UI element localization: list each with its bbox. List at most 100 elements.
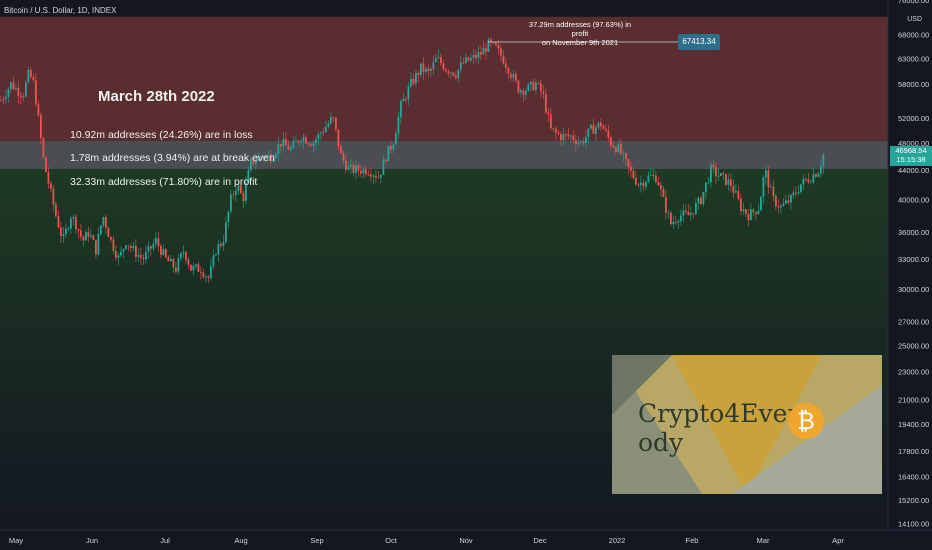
- candle-body: [487, 39, 490, 52]
- candle-body: [172, 258, 175, 268]
- candle-body: [327, 123, 330, 127]
- candle-body: [192, 266, 195, 271]
- candle-body: [425, 68, 427, 72]
- candle-body: [495, 42, 497, 46]
- candle-body: [507, 67, 510, 75]
- candle-body: [120, 251, 122, 256]
- y-tick-label: 17800.00: [898, 447, 929, 456]
- candle-body: [632, 170, 635, 178]
- candle-body: [655, 175, 657, 183]
- candle-body: [567, 134, 570, 137]
- candle-body: [760, 197, 762, 211]
- candle-body: [640, 182, 642, 186]
- candle-body: [42, 138, 45, 158]
- candle-body: [62, 234, 65, 237]
- current-price-tag: 46968.54 15:15:38: [890, 146, 932, 166]
- candle-body: [697, 197, 700, 204]
- candle-body: [295, 140, 297, 142]
- candle-body: [802, 178, 805, 185]
- candle-body: [602, 126, 605, 129]
- candle-body: [527, 84, 530, 91]
- candle-body: [765, 170, 767, 178]
- candle-body: [0, 100, 2, 102]
- x-tick-label: Aug: [234, 536, 247, 545]
- y-tick-label: 14100.00: [898, 519, 929, 528]
- candle-body: [95, 239, 97, 255]
- candle-body: [165, 249, 167, 258]
- candle-body: [502, 55, 505, 64]
- candle-body: [375, 175, 377, 178]
- candle-body: [690, 213, 692, 216]
- y-tick-label: 30000.00: [898, 285, 929, 294]
- candle-body: [682, 210, 685, 216]
- candle-body: [530, 81, 532, 85]
- candle-body: [242, 193, 245, 202]
- candle-body: [600, 122, 602, 127]
- candle-body: [707, 182, 710, 183]
- candle-body: [665, 196, 667, 213]
- y-tick-label: 25000.00: [898, 341, 929, 350]
- y-tick-label: 44000.00: [898, 166, 929, 175]
- candle-body: [807, 179, 810, 183]
- candle-body: [22, 96, 25, 98]
- candle-body: [547, 112, 550, 115]
- currency-label: USD: [907, 16, 922, 23]
- candle-body: [320, 132, 322, 134]
- candle-body: [482, 48, 485, 55]
- candle-body: [630, 166, 632, 171]
- candle-body: [180, 253, 182, 259]
- candle-body: [402, 98, 405, 102]
- candle-body: [810, 182, 812, 183]
- candle-body: [330, 117, 332, 124]
- candle-body: [680, 215, 682, 222]
- candle-body: [357, 165, 360, 171]
- candle-body: [340, 146, 342, 154]
- candle-body: [672, 221, 675, 225]
- candle-body: [417, 72, 420, 75]
- candle-body: [422, 63, 425, 72]
- candle-body: [775, 196, 777, 207]
- candle-body: [505, 63, 507, 68]
- candle-body: [510, 74, 512, 78]
- candle-body: [607, 130, 610, 138]
- x-tick-label: Oct: [385, 536, 398, 545]
- candle-body: [812, 174, 815, 183]
- candle-body: [500, 48, 502, 56]
- candle-body: [315, 139, 317, 144]
- candle-body: [627, 159, 630, 167]
- candle-body: [335, 117, 337, 130]
- ath-note-line-1: 37.29m addresses (97.63%) in profit: [528, 20, 632, 38]
- candle-body: [652, 175, 655, 177]
- candle-body: [132, 245, 135, 248]
- candle-body: [195, 264, 197, 267]
- candle-body: [770, 186, 772, 188]
- candle-body: [517, 80, 520, 93]
- y-tick-label: 76000.00: [898, 0, 929, 5]
- candle-body: [67, 228, 70, 230]
- candle-body: [297, 140, 300, 143]
- candle-body: [545, 94, 547, 113]
- candle-body: [125, 245, 127, 249]
- candle-body: [312, 143, 315, 146]
- candle-body: [660, 185, 662, 190]
- candle-body: [820, 166, 822, 174]
- candle-body: [477, 52, 480, 59]
- candle-body: [747, 213, 750, 221]
- candle-body: [10, 82, 12, 90]
- candle-body: [222, 242, 225, 246]
- candle-body: [190, 264, 192, 271]
- candle-body: [230, 194, 232, 212]
- candle-body: [622, 153, 625, 155]
- candle-body: [302, 137, 305, 142]
- ath-note: 37.29m addresses (97.63%) in profit on N…: [520, 20, 640, 47]
- candle-body: [720, 173, 722, 176]
- candle-body: [572, 135, 575, 141]
- candle-body: [337, 129, 340, 147]
- candle-body: [635, 177, 637, 185]
- candle-body: [310, 144, 312, 146]
- candle-body: [217, 244, 220, 255]
- candle-body: [650, 175, 652, 177]
- candle-body: [85, 232, 87, 241]
- candle-body: [382, 159, 385, 175]
- candle-body: [712, 164, 715, 168]
